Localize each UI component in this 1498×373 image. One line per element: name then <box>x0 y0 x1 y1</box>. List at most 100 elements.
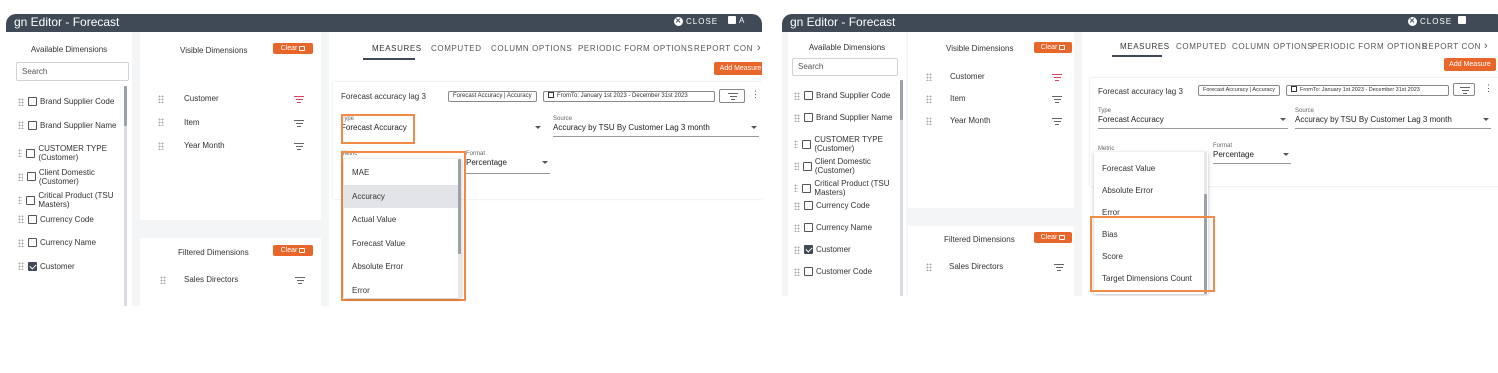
available-dimension-item[interactable]: Brand Supplier Code <box>18 97 118 107</box>
available-dimension-item[interactable]: Brand Supplier Name <box>794 113 894 123</box>
drag-handle-icon[interactable] <box>158 94 164 103</box>
available-dimension-item[interactable]: Brand Supplier Code <box>794 91 894 101</box>
filter-icon[interactable] <box>295 277 305 284</box>
search-input[interactable]: Search <box>792 58 898 76</box>
metric-option[interactable]: Forecast Value <box>344 232 461 256</box>
metric-option[interactable]: Forecast Value <box>1094 158 1208 180</box>
drag-handle-icon[interactable] <box>158 141 164 150</box>
tab-periodic-form-options[interactable]: PERIODIC FORM OPTIONS <box>1312 42 1427 51</box>
filter-icon[interactable] <box>1052 74 1062 81</box>
close-button[interactable]: ✕ CLOSE <box>674 17 718 26</box>
drag-handle-icon[interactable] <box>18 149 23 158</box>
checkbox[interactable] <box>804 91 813 101</box>
date-range-chip[interactable]: FromTo: January 1st 2023 - December 31st… <box>1286 85 1449 96</box>
filter-button[interactable] <box>1453 83 1475 96</box>
visible-dimension-item[interactable]: Item <box>926 94 966 103</box>
checkbox[interactable] <box>28 97 37 107</box>
drag-handle-icon[interactable] <box>18 215 24 224</box>
dropdown-scrollbar-thumb[interactable] <box>458 159 461 254</box>
save-button[interactable] <box>1458 16 1469 25</box>
checkbox[interactable] <box>802 183 812 193</box>
format-select[interactable]: Format Percentage <box>1213 143 1291 164</box>
available-dimension-item[interactable]: Currency Code <box>18 215 118 224</box>
measure-type-chip[interactable]: Forecast Accuracy | Accuracy <box>448 91 537 102</box>
available-dimension-item[interactable]: Client Domestic (Customer) <box>18 168 118 186</box>
add-measure-button[interactable]: Add Measure <box>1444 58 1496 71</box>
metric-option[interactable]: Error <box>344 279 461 303</box>
checkbox[interactable] <box>802 161 812 171</box>
save-button[interactable]: A <box>728 16 744 25</box>
checkbox[interactable] <box>804 113 813 123</box>
type-select[interactable]: Type Forecast Accuracy <box>1098 108 1288 129</box>
filter-icon[interactable] <box>1052 118 1062 125</box>
checkbox[interactable] <box>804 267 813 277</box>
drag-handle-icon[interactable] <box>18 121 24 130</box>
drag-handle-icon[interactable] <box>794 184 799 193</box>
checkbox[interactable] <box>28 214 37 224</box>
tab-column-options[interactable]: COLUMN OPTIONS <box>1232 42 1313 51</box>
drag-handle-icon[interactable] <box>18 196 23 205</box>
drag-handle-icon[interactable] <box>794 113 800 122</box>
available-dimension-item[interactable]: Critical Product (TSU Masters) <box>794 179 894 197</box>
filter-icon[interactable] <box>1052 96 1062 103</box>
visible-dimension-item[interactable]: Customer <box>926 72 985 81</box>
checkbox[interactable] <box>802 139 812 149</box>
available-dimension-item[interactable]: Customer <box>18 262 118 271</box>
clear-visible-button[interactable]: Clear <box>273 43 313 54</box>
filtered-dimension-item[interactable]: Sales Directors <box>160 275 238 284</box>
tab-measures[interactable]: MEASURES <box>372 44 422 53</box>
filter-button[interactable] <box>719 89 745 103</box>
filter-icon[interactable] <box>294 143 304 150</box>
available-dimension-item[interactable]: Currency Code <box>794 201 894 211</box>
scrollbar-thumb[interactable] <box>124 86 127 126</box>
visible-dimension-item[interactable]: Customer <box>158 94 219 103</box>
date-range-chip[interactable]: FromTo: January 1st 2023 - December 31st… <box>543 91 715 102</box>
filtered-dimension-item[interactable]: Sales Directors <box>926 262 1003 271</box>
checkbox[interactable] <box>26 172 36 182</box>
more-vert-icon[interactable]: ⋮ <box>1484 83 1493 94</box>
drag-handle-icon[interactable] <box>926 116 932 125</box>
checkbox[interactable] <box>28 238 37 248</box>
metric-option[interactable]: Accuracy <box>344 184 461 208</box>
clear-filtered-button[interactable]: Clear <box>1034 232 1072 243</box>
visible-dimension-item[interactable]: Year Month <box>926 116 991 125</box>
drag-handle-icon[interactable] <box>926 262 932 271</box>
available-dimension-item[interactable]: Brand Supplier Name <box>18 121 118 130</box>
drag-handle-icon[interactable] <box>794 162 799 171</box>
source-select[interactable]: Source Accuracy by TSU By Customer Lag 3… <box>1295 108 1491 129</box>
checkbox[interactable] <box>28 120 37 130</box>
metric-option[interactable]: Absolute Error <box>344 255 461 279</box>
tab-measures[interactable]: MEASURES <box>1120 42 1170 51</box>
drag-handle-icon[interactable] <box>926 94 932 103</box>
filter-icon[interactable] <box>1054 264 1064 271</box>
more-vert-icon[interactable]: ⋮ <box>751 89 760 100</box>
metric-option[interactable]: Actual Value <box>344 208 461 232</box>
source-select[interactable]: Source Accuracy by TSU By Customer Lag 3… <box>553 116 759 137</box>
checkbox[interactable] <box>804 245 813 255</box>
tab-periodic-form-options[interactable]: PERIODIC FORM OPTIONS <box>578 44 693 53</box>
filter-icon[interactable] <box>294 96 304 103</box>
scrollbar[interactable] <box>900 80 903 296</box>
drag-handle-icon[interactable] <box>18 97 24 106</box>
available-dimension-item[interactable]: Client Domestic (Customer) <box>794 157 894 175</box>
drag-handle-icon[interactable] <box>794 91 800 100</box>
available-dimension-item[interactable]: Critical Product (TSU Masters) <box>18 191 118 209</box>
measure-type-chip[interactable]: Forecast Accuracy | Accuracy <box>1198 85 1281 96</box>
clear-filtered-button[interactable]: Clear <box>273 245 313 256</box>
tabs-scroll-right-icon[interactable]: › <box>1484 40 1488 52</box>
metric-option[interactable]: Absolute Error <box>1094 180 1208 202</box>
available-dimension-item[interactable]: CUSTOMER TYPE (Customer) <box>18 144 118 162</box>
drag-handle-icon[interactable] <box>158 118 164 126</box>
tab-report-con[interactable]: REPORT CON <box>694 44 753 53</box>
visible-dimension-item[interactable]: Year Month <box>158 141 225 150</box>
tab-report-con[interactable]: REPORT CON <box>1422 42 1481 51</box>
available-dimension-item[interactable]: CUSTOMER TYPE (Customer) <box>794 135 894 153</box>
format-select[interactable]: Format Percentage <box>466 151 550 174</box>
dropdown-scrollbar[interactable] <box>458 159 461 298</box>
search-input[interactable]: Search <box>16 62 129 81</box>
drag-handle-icon[interactable] <box>926 72 932 81</box>
scrollbar-thumb[interactable] <box>900 80 903 120</box>
visible-dimension-item[interactable]: Item <box>158 118 200 127</box>
drag-handle-icon[interactable] <box>794 223 800 232</box>
drag-handle-icon[interactable] <box>794 245 800 254</box>
